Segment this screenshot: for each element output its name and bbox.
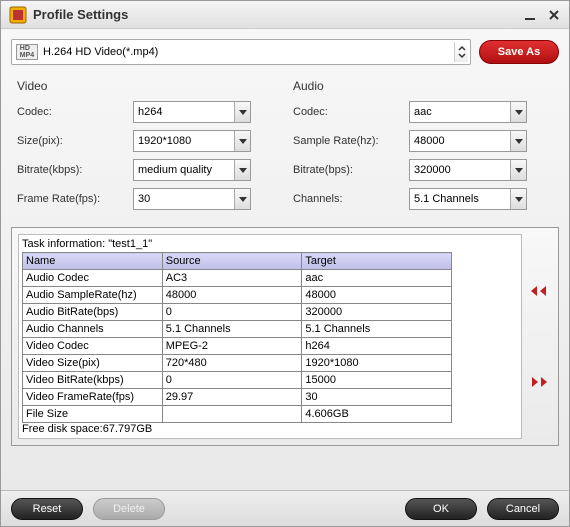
video-bitrate-label: Bitrate(kbps): [17, 164, 133, 176]
table-cell: 48000 [162, 287, 302, 304]
delete-button[interactable]: Delete [93, 498, 165, 520]
table-cell: 30 [302, 389, 452, 406]
table-row[interactable]: Video BitRate(kbps)015000 [23, 372, 452, 389]
audio-bitrate-select[interactable]: 320000 [409, 159, 527, 181]
audio-codec-label: Codec: [293, 106, 409, 118]
task-table: Name Source Target Audio CodecAC3aacAudi… [22, 252, 452, 423]
audio-section: Audio Codec:aac Sample Rate(hz):48000 Bi… [287, 75, 559, 221]
table-cell: 29.97 [162, 389, 302, 406]
chevron-down-icon [510, 160, 526, 180]
profile-settings-window: Profile Settings HDMP4 H.264 HD Video(*.… [0, 0, 570, 527]
audio-bitrate-label: Bitrate(bps): [293, 164, 409, 176]
video-codec-select[interactable]: h264 [133, 101, 251, 123]
chevron-down-icon [234, 131, 250, 151]
table-cell: Audio Channels [23, 321, 163, 338]
table-cell: Audio SampleRate(hz) [23, 287, 163, 304]
table-cell: File Size [23, 406, 163, 423]
dropdown-arrows-icon [454, 42, 468, 62]
table-row[interactable]: Audio BitRate(bps)0320000 [23, 304, 452, 321]
chevron-down-icon [510, 102, 526, 122]
ok-button[interactable]: OK [405, 498, 477, 520]
video-size-select[interactable]: 1920*1080 [133, 130, 251, 152]
table-cell: 15000 [302, 372, 452, 389]
video-bitrate-select[interactable]: medium quality [133, 159, 251, 181]
minimize-button[interactable] [523, 8, 537, 22]
profile-selected-text: H.264 HD Video(*.mp4) [43, 46, 158, 58]
free-disk-space: Free disk space:67.797GB [22, 423, 518, 435]
table-cell: Audio BitRate(bps) [23, 304, 163, 321]
video-framerate-select[interactable]: 30 [133, 188, 251, 210]
table-row[interactable]: Audio SampleRate(hz)4800048000 [23, 287, 452, 304]
chevron-down-icon [234, 160, 250, 180]
video-title: Video [17, 79, 277, 93]
reset-button[interactable]: Reset [11, 498, 83, 520]
save-as-button[interactable]: Save As [479, 40, 559, 64]
col-target[interactable]: Target [302, 253, 452, 270]
table-row[interactable]: Audio Channels5.1 Channels5.1 Channels [23, 321, 452, 338]
video-codec-label: Codec: [17, 106, 133, 118]
table-cell: 0 [162, 372, 302, 389]
table-row[interactable]: Video FrameRate(fps)29.9730 [23, 389, 452, 406]
table-row[interactable]: File Size 4.606GB [23, 406, 452, 423]
table-cell: Video Codec [23, 338, 163, 355]
task-info-title: Task information: "test1_1" [22, 238, 518, 250]
profile-select[interactable]: HDMP4 H.264 HD Video(*.mp4) [11, 39, 471, 65]
table-cell: 320000 [302, 304, 452, 321]
video-framerate-label: Frame Rate(fps): [17, 193, 133, 205]
audio-title: Audio [293, 79, 553, 93]
table-cell: Video Size(pix) [23, 355, 163, 372]
app-icon [9, 6, 27, 24]
audio-samplerate-label: Sample Rate(hz): [293, 135, 409, 147]
task-panel: Task information: "test1_1" Name Source … [11, 227, 559, 446]
table-cell: 1920*1080 [302, 355, 452, 372]
chevron-down-icon [234, 189, 250, 209]
table-cell: 4.606GB [302, 406, 452, 423]
audio-channels-select[interactable]: 5.1 Channels [409, 188, 527, 210]
table-row[interactable]: Audio CodecAC3aac [23, 270, 452, 287]
table-cell: 5.1 Channels [162, 321, 302, 338]
titlebar: Profile Settings [1, 1, 569, 29]
window-title: Profile Settings [33, 7, 523, 22]
table-row[interactable]: Video CodecMPEG-2h264 [23, 338, 452, 355]
col-name[interactable]: Name [23, 253, 163, 270]
cancel-button[interactable]: Cancel [487, 498, 559, 520]
mp4-format-icon: HDMP4 [16, 44, 38, 60]
table-cell: 48000 [302, 287, 452, 304]
table-cell: 0 [162, 304, 302, 321]
table-cell: h264 [302, 338, 452, 355]
table-cell: MPEG-2 [162, 338, 302, 355]
close-button[interactable] [547, 8, 561, 22]
audio-channels-label: Channels: [293, 193, 409, 205]
table-cell: Video FrameRate(fps) [23, 389, 163, 406]
audio-codec-select[interactable]: aac [409, 101, 527, 123]
table-cell: AC3 [162, 270, 302, 287]
table-cell: Video BitRate(kbps) [23, 372, 163, 389]
audio-samplerate-select[interactable]: 48000 [409, 130, 527, 152]
chevron-down-icon [510, 131, 526, 151]
table-row[interactable]: Video Size(pix)720*4801920*1080 [23, 355, 452, 372]
chevron-down-icon [234, 102, 250, 122]
button-bar: Reset Delete OK Cancel [1, 490, 569, 526]
table-cell [162, 406, 302, 423]
chevron-down-icon [510, 189, 526, 209]
previous-task-button[interactable] [527, 281, 551, 301]
video-size-label: Size(pix): [17, 135, 133, 147]
table-cell: aac [302, 270, 452, 287]
next-task-button[interactable] [527, 372, 551, 392]
video-section: Video Codec:h264 Size(pix):1920*1080 Bit… [11, 75, 283, 221]
table-cell: 720*480 [162, 355, 302, 372]
col-source[interactable]: Source [162, 253, 302, 270]
table-cell: Audio Codec [23, 270, 163, 287]
table-cell: 5.1 Channels [302, 321, 452, 338]
